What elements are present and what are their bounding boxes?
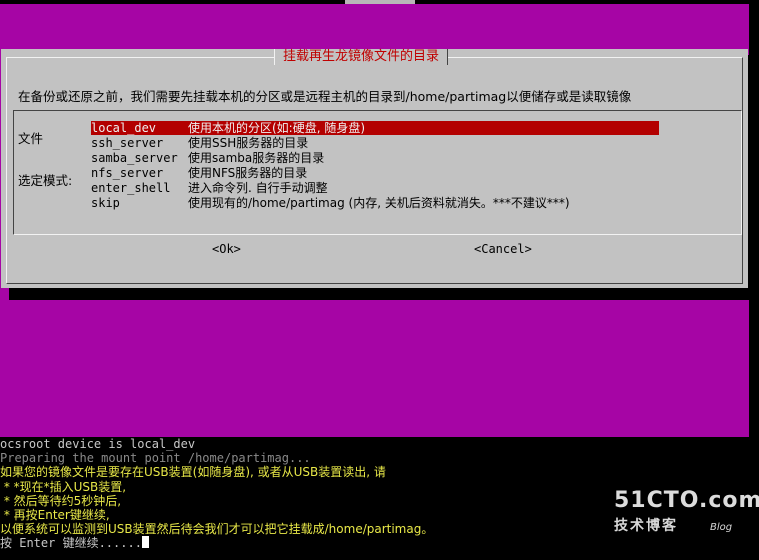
menu-item-tag: nfs_server bbox=[91, 166, 164, 180]
top-edge-bar bbox=[0, 0, 749, 4]
menu-item-skip[interactable]: skip 使用现有的/home/partimag (内存, 关机后资料就消失。**… bbox=[91, 196, 659, 210]
menu-item-description: 进入命令列. 自行手动调整 bbox=[188, 181, 328, 195]
menu-item-nfs-server[interactable]: nfs_server 使用NFS服务器的目录 bbox=[91, 166, 659, 180]
menu-item-tag: ssh_server bbox=[91, 136, 164, 150]
menu-item-tag: enter_shell bbox=[91, 181, 171, 195]
terminal-line-text: * 再按Enter键继续, bbox=[0, 507, 110, 522]
terminal-line-text: 以便系统可以监测到USB装置然后待会我们才可以把它挂载成/home/partim… bbox=[0, 522, 434, 537]
terminal-line-text: * *现在*插入USB装置, bbox=[0, 479, 127, 494]
menu-item-description: 使用现有的/home/partimag (内存, 关机后资料就消失。***不建议… bbox=[188, 196, 570, 210]
menu-item-description: 使用本机的分区(如:硬盘, 随身盘) bbox=[188, 121, 366, 135]
terminal-line: Preparing the mount point /home/partimag… bbox=[0, 451, 759, 465]
terminal-line: 如果您的镜像文件是要存在USB装置(如随身盘), 或者从USB装置读出, 请 bbox=[0, 465, 759, 479]
menu-item-tag: samba_server bbox=[91, 151, 178, 165]
menu-item-samba-server[interactable]: samba_server 使用samba服务器的目录 bbox=[91, 151, 659, 165]
menu-item-description: 使用SSH服务器的目录 bbox=[188, 136, 309, 150]
cancel-button[interactable]: <Cancel> bbox=[474, 242, 532, 256]
prompt-line: 在备份或还原之前，我们需要先挂载本机的分区或是远程主机的目录到/home/par… bbox=[18, 89, 632, 104]
menu-item-enter-shell[interactable]: enter_shell 进入命令列. 自行手动调整 bbox=[91, 181, 659, 195]
menu-item-local-dev[interactable]: local_dev 使用本机的分区(如:硬盘, 随身盘) bbox=[91, 121, 659, 135]
mount-dialog: 挂载再生龙镜像文件的目录 在备份或还原之前，我们需要先挂载本机的分区或是远程主机… bbox=[1, 49, 748, 288]
menu-item-tag: local_dev bbox=[91, 121, 157, 135]
top-edge-mark bbox=[345, 0, 415, 4]
terminal-line-text: 按 Enter 键继续...... bbox=[0, 536, 142, 551]
menu-item-description: 使用NFS服务器的目录 bbox=[188, 166, 308, 180]
terminal-line-text: * 然后等待约5秒钟后, bbox=[0, 493, 122, 508]
site-watermark: 51CTO.com 技术博客 Blog bbox=[614, 488, 759, 548]
menu-item-description: 使用samba服务器的目录 bbox=[188, 151, 325, 165]
terminal-line-text: 如果您的镜像文件是要存在USB装置(如随身盘), 或者从USB装置读出, 请 bbox=[0, 465, 386, 480]
terminal-line: ocsroot device is local_dev bbox=[0, 437, 759, 451]
terminal-line-text: Preparing the mount point /home/partimag… bbox=[0, 451, 311, 466]
terminal-cursor[interactable] bbox=[141, 536, 149, 549]
watermark-logo: 51CTO.com bbox=[614, 488, 759, 513]
watermark-subtitle: 技术博客 bbox=[614, 518, 678, 534]
menu-item-tag: skip bbox=[91, 196, 120, 210]
ok-button[interactable]: <Ok> bbox=[212, 242, 241, 256]
menu-item-ssh-server[interactable]: ssh_server 使用SSH服务器的目录 bbox=[91, 136, 659, 150]
watermark-blog: Blog bbox=[710, 522, 733, 533]
terminal-line-text: ocsroot device is local_dev bbox=[0, 437, 196, 451]
